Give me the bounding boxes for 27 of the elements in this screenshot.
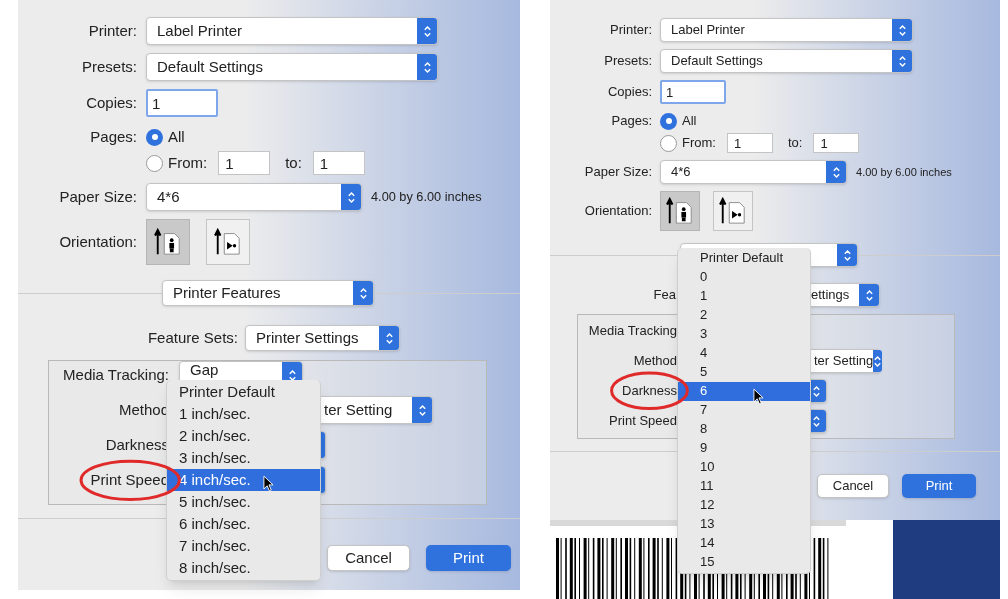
setting-label: Darkness bbox=[104, 434, 170, 455]
presets-label: Presets: bbox=[603, 52, 652, 71]
copies-label: Copies: bbox=[85, 92, 137, 113]
to-label: to: bbox=[787, 134, 803, 153]
pages-label: Pages: bbox=[610, 112, 652, 131]
printer-label: Printer: bbox=[87, 20, 137, 41]
setting-label: Media Tracking bbox=[587, 322, 678, 341]
setting-label: Method bbox=[632, 352, 678, 371]
paper-size-note: 4.00 by 6.00 inches bbox=[856, 164, 952, 180]
radio-label: All bbox=[682, 112, 697, 131]
printer-label: Printer: bbox=[609, 21, 652, 40]
paper-size-label: Paper Size: bbox=[58, 186, 137, 207]
paper-size-note: 4.00 by 6.00 inches bbox=[371, 188, 482, 207]
setting-label: Media Tracking: bbox=[62, 364, 170, 385]
setting-label: Print Speed bbox=[608, 412, 678, 431]
to-label: to: bbox=[285, 152, 302, 173]
feature-sets-label: Feature Sets: bbox=[146, 327, 238, 348]
orientation-label: Orientation: bbox=[58, 231, 137, 252]
feature-sets-label: Fea bbox=[652, 286, 676, 305]
presets-label: Presets: bbox=[80, 56, 137, 77]
paper-size-label: Paper Size: bbox=[583, 163, 652, 182]
radio-label: All bbox=[168, 126, 185, 147]
radio-label: From: bbox=[168, 152, 208, 173]
orientation-label: Orientation: bbox=[583, 202, 652, 221]
copies-label: Copies: bbox=[606, 83, 652, 102]
pages-label: Pages: bbox=[89, 126, 137, 147]
radio-label: From: bbox=[682, 134, 716, 153]
